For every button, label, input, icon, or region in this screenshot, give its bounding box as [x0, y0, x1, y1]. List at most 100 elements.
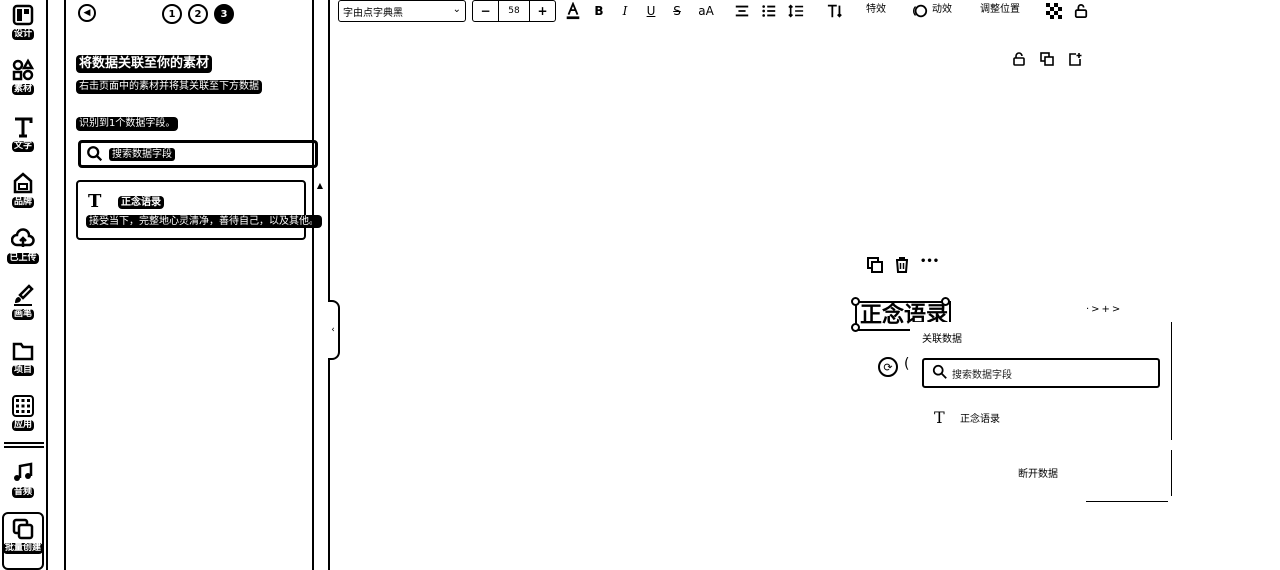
underline-button[interactable]: U — [642, 1, 660, 21]
rail-label: 项目 — [11, 365, 34, 376]
popover-border — [1086, 501, 1168, 502]
rail-label: 设计 — [11, 29, 34, 40]
move-handle-icon[interactable]: ( — [904, 356, 909, 372]
field-name: 正念语录 — [118, 196, 164, 209]
text-field-icon: T — [934, 407, 945, 427]
popover-border — [1171, 450, 1172, 496]
rail-item-design[interactable]: 设计 — [4, 2, 42, 48]
step-number: 1 — [168, 8, 176, 20]
page-add-icon[interactable] — [1068, 52, 1082, 66]
shapes-icon — [10, 57, 36, 83]
trash-icon[interactable] — [893, 256, 911, 277]
rail-item-draw[interactable]: 画笔 — [4, 282, 42, 328]
text-color-button[interactable] — [563, 1, 583, 21]
music-note-icon — [10, 460, 36, 486]
panel-subtitle-text: 右击页面中的素材并将其关联至下方数据 — [76, 80, 262, 94]
position-button[interactable]: 调整位置 — [980, 3, 1020, 17]
italic-button[interactable]: I — [616, 1, 634, 21]
list-button[interactable] — [760, 1, 778, 21]
field-search-input[interactable]: 搜索数据字段 — [78, 140, 318, 168]
resize-handle[interactable] — [851, 297, 860, 306]
rail-item-elements[interactable]: 素材 — [4, 57, 42, 103]
rail-item-audio[interactable]: 音频 — [4, 460, 42, 506]
data-field-card[interactable]: T 正念语录 接受当下，完整地心灵清净，善待自己，以及其他。 — [76, 180, 322, 240]
bulk-create-icon — [10, 516, 36, 542]
resize-handle[interactable] — [941, 297, 950, 306]
rail-item-uploads[interactable]: 已上传 — [4, 226, 42, 272]
panel-subtitle: 右击页面中的素材并将其关联至下方数据 — [76, 80, 262, 94]
popover-border — [1171, 322, 1172, 440]
text-field-icon: T — [88, 191, 102, 212]
font-size-increase-button[interactable]: + — [529, 1, 555, 21]
text-icon — [10, 114, 36, 140]
back-arrow-icon[interactable]: ◀ — [78, 4, 96, 22]
panel-title: 将数据关联至你的素材 — [76, 55, 213, 73]
lock-button[interactable] — [1073, 1, 1089, 21]
bold-icon: B — [594, 4, 604, 18]
step-number: 2 — [194, 8, 202, 20]
rail-label: 素材 — [11, 84, 34, 95]
font-family-value: 字由点字典黑 — [343, 7, 403, 19]
spacing-button[interactable] — [786, 1, 806, 21]
rail-item-projects[interactable]: 项目 — [4, 338, 42, 384]
vertical-text-icon — [827, 4, 842, 18]
layout-icon — [10, 2, 36, 28]
rail-divider — [4, 442, 44, 448]
popover-search-placeholder: 搜索数据字段 — [952, 369, 1012, 381]
strikethrough-button[interactable]: S — [668, 1, 686, 21]
folder-icon — [10, 338, 36, 364]
effects-button[interactable]: 特效 — [866, 3, 886, 17]
apps-grid-icon — [10, 393, 36, 419]
letter-case-icon: aA — [698, 4, 714, 18]
left-rail: 设计 素材 文字 品牌 已上传 画笔 项目 应用 音频 批量创建 — [0, 0, 48, 570]
animate-button[interactable]: 动效 — [932, 3, 952, 17]
search-placeholder: 搜索数据字段 — [109, 147, 175, 161]
underline-icon: U — [646, 4, 656, 18]
animate-icon — [912, 1, 928, 21]
element-floating-toolbar: ••• — [866, 256, 940, 274]
disconnect-data-button[interactable]: 断开数据 — [1018, 465, 1058, 480]
field-value: 接受当下，完整地心灵清净，善待自己，以及其他。 — [86, 215, 322, 228]
resize-handle[interactable] — [851, 323, 860, 332]
font-size-input[interactable]: 58 — [499, 1, 529, 21]
popover-field-option[interactable]: T 正念语录 — [934, 407, 1000, 427]
page-duplicate-icon[interactable] — [1040, 52, 1054, 66]
scroll-up-icon[interactable]: ▲ — [314, 181, 326, 191]
duplicate-icon[interactable] — [866, 256, 884, 277]
rail-item-text[interactable]: 文字 — [4, 114, 42, 160]
vertical-text-button[interactable] — [824, 1, 846, 21]
rail-item-apps[interactable]: 应用 — [4, 393, 42, 439]
step-3-indicator: 3 — [214, 4, 234, 24]
panel-title-text: 将数据关联至你的素材 — [76, 55, 213, 73]
rail-label: 品牌 — [11, 197, 34, 208]
popover-title: 关联数据 — [922, 334, 962, 345]
rail-item-brand[interactable]: 品牌 — [4, 170, 42, 216]
rail-label: 批量创建 — [3, 543, 44, 554]
page-lock-icon[interactable] — [1012, 52, 1026, 66]
align-button[interactable] — [733, 1, 751, 21]
more-options-icon[interactable]: ••• — [920, 256, 939, 267]
rail-label: 音频 — [11, 487, 34, 498]
popover-search-input[interactable]: 搜索数据字段 — [922, 358, 1160, 388]
rail-item-bulk-create[interactable]: 批量创建 — [3, 516, 44, 562]
strikethrough-icon: S — [673, 4, 681, 18]
step-number: 3 — [220, 8, 228, 20]
font-size-decrease-button[interactable]: − — [473, 1, 499, 21]
collapse-panel-handle[interactable]: ‹ — [328, 300, 340, 360]
transparency-checker-icon — [1046, 3, 1062, 19]
cloud-upload-icon — [10, 226, 36, 252]
font-family-select[interactable]: 字由点字典黑 ⌄ — [338, 0, 466, 22]
font-size-stepper: − 58 + — [472, 0, 556, 22]
search-icon — [932, 364, 948, 383]
search-icon — [85, 144, 105, 164]
rotate-icon[interactable]: ⟳ — [878, 357, 898, 377]
transparency-button[interactable] — [1046, 1, 1062, 21]
link-data-popover: 关联数据 搜索数据字段 T 正念语录 断开数据 — [910, 322, 1172, 502]
italic-icon: I — [622, 4, 628, 18]
letter-case-button[interactable]: aA — [694, 1, 718, 21]
rail-label: 文字 — [11, 141, 34, 152]
bullet-list-icon — [762, 5, 776, 17]
bold-button[interactable]: B — [590, 1, 608, 21]
panel-scrollbar[interactable] — [312, 0, 314, 570]
rail-label: 画笔 — [11, 309, 34, 320]
